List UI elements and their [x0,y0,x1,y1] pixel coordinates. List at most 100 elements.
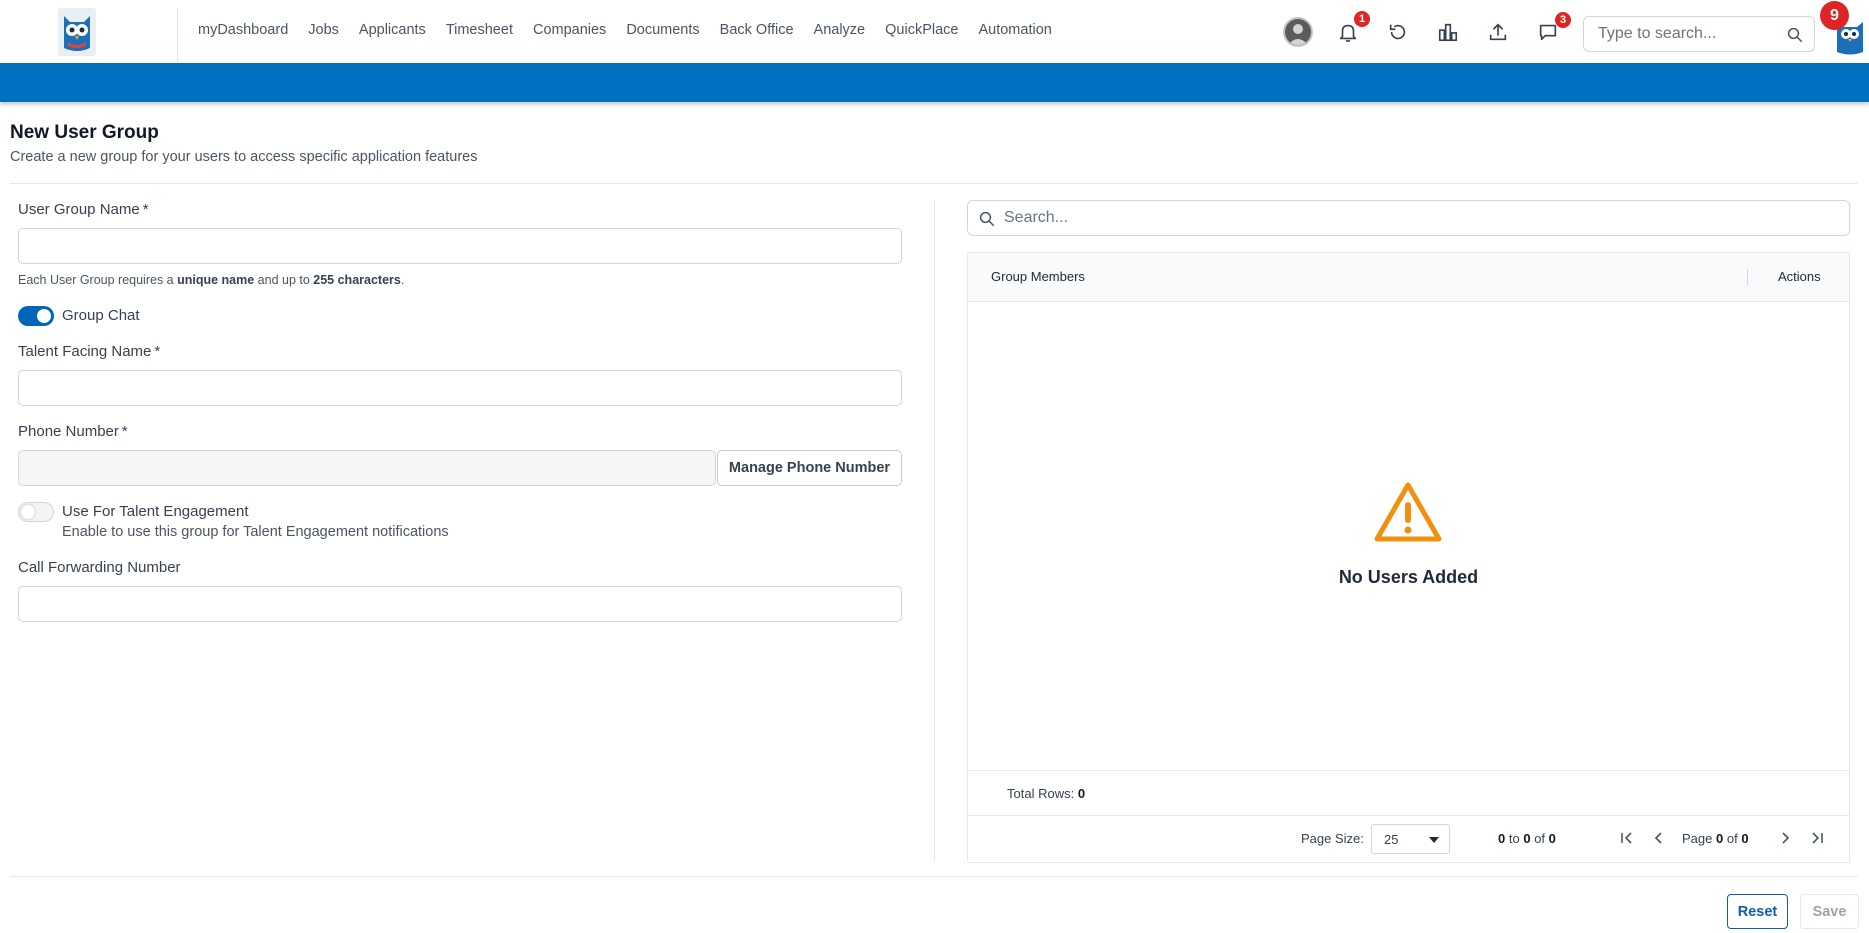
group-members-grid: Group Members Actions No Users Added Tot… [967,252,1850,863]
members-search[interactable] [967,200,1850,236]
group-chat-label: Group Chat [62,307,140,324]
talent-facing-name-input[interactable] [18,370,902,406]
reset-button[interactable]: Reset [1727,894,1788,929]
upload-icon [1489,23,1507,41]
manage-phone-number-button[interactable]: Manage Phone Number [717,450,902,486]
last-page-button[interactable] [1808,829,1826,847]
warning-icon [1374,482,1442,542]
call-forwarding-label: Call Forwarding Number [18,559,181,576]
required-mark: * [154,343,161,360]
total-rows-label: Total Rows: [1007,786,1075,801]
previous-page-button[interactable] [1650,829,1668,847]
chevron-left-icon [1654,832,1662,844]
save-button[interactable]: Save [1800,894,1859,929]
phone-number-label: Phone Number * [18,423,128,440]
search-icon [979,211,995,227]
upload-button[interactable] [1480,14,1516,50]
page-size-value: 25 [1384,832,1399,847]
range-to-word: to [1508,831,1520,846]
caret-down-icon [1429,837,1439,843]
range-from: 0 [1498,831,1506,846]
group-chat-toggle[interactable] [18,306,54,326]
avatar-icon [1283,17,1313,47]
next-page-button[interactable] [1776,829,1794,847]
total-rows-bar: Total Rows: 0 [968,770,1849,816]
nav-link-mydashboard[interactable]: myDashboard [198,22,288,38]
talent-facing-name-label: Talent Facing Name * [18,343,160,360]
user-group-name-label-text: User Group Name [18,201,140,218]
global-search-input[interactable] [1584,17,1774,51]
app-logo[interactable] [58,8,96,56]
column-header-group-members[interactable]: Group Members [991,269,1085,284]
page-info: Page 0 of 0 [1682,831,1749,846]
nav-link-analyze[interactable]: Analyze [814,22,866,38]
nav-link-back-office[interactable]: Back Office [720,22,794,38]
grid-header: Group Members Actions [968,253,1849,302]
talent-engagement-toggle[interactable] [18,502,54,522]
brand-banner [0,63,1869,102]
range-of-word: of [1534,831,1546,846]
row-range: 0 to 0 of 0 [1498,831,1556,846]
history-button[interactable] [1380,14,1416,50]
notifications-button[interactable]: 1 [1330,11,1370,50]
page-of-word: of [1726,831,1738,846]
page-size-select[interactable]: 25 [1371,824,1450,854]
talent-facing-name-label-text: Talent Facing Name [18,343,152,360]
phone-number-label-text: Phone Number [18,423,119,440]
header-divider [10,183,1858,184]
user-group-name-help: Each User Group requires a unique name a… [18,273,404,287]
app-notification-badge: 9 [1820,1,1849,30]
total-rows: Total Rows: 0 [1007,786,1085,801]
nav-link-documents[interactable]: Documents [626,22,699,38]
talent-engagement-label: Use For Talent Engagement [62,503,249,520]
help-text-char-limit: 255 characters [313,273,401,287]
column-header-actions: Actions [1778,269,1821,284]
range-total: 0 [1548,831,1556,846]
notifications-badge: 1 [1354,11,1370,27]
main-menu: myDashboard Jobs Applicants Timesheet Co… [198,22,1072,38]
help-text-prefix: Each User Group requires a [18,273,178,287]
range-to: 0 [1523,831,1531,846]
messages-badge: 3 [1555,12,1571,28]
members-search-input[interactable] [1004,201,1834,235]
global-search[interactable] [1583,16,1815,52]
user-group-name-label: User Group Name * [18,201,149,218]
nav-link-applicants[interactable]: Applicants [359,22,426,38]
help-text-unique-name: unique name [177,273,255,287]
page-current: 0 [1716,831,1724,846]
nav-link-timesheet[interactable]: Timesheet [446,22,513,38]
user-avatar[interactable] [1280,14,1316,50]
page-word: Page [1682,831,1713,846]
search-icon[interactable] [1786,26,1804,44]
analytics-button[interactable] [1430,14,1466,50]
call-forwarding-input[interactable] [18,586,902,622]
nav-link-companies[interactable]: Companies [533,22,606,38]
empty-state-message: No Users Added [1338,567,1479,587]
column-divider [934,200,935,862]
nav-link-automation[interactable]: Automation [978,22,1051,38]
nav-divider [177,8,178,62]
messages-button[interactable]: 3 [1530,12,1571,50]
nav-link-quickplace[interactable]: QuickPlace [885,22,958,38]
toggle-knob [21,505,35,519]
first-page-button[interactable] [1618,829,1636,847]
nav-link-jobs[interactable]: Jobs [308,22,339,38]
help-text-suffix: . [400,273,405,287]
page-subtitle: Create a new group for your users to acc… [10,149,478,165]
footer-divider [10,876,1858,877]
toggle-knob [37,309,51,323]
pagination-bar: Page Size: 25 0 to 0 of 0 Page 0 of 0 [968,816,1849,862]
last-page-icon [1812,832,1823,844]
user-group-name-input[interactable] [18,228,902,264]
column-separator [1747,269,1748,285]
page-title: New User Group [10,122,159,143]
bar-chart-icon [1438,23,1458,42]
phone-number-input [18,450,716,486]
required-mark: * [121,423,128,440]
top-navigation: myDashboard Jobs Applicants Timesheet Co… [0,0,1869,63]
total-rows-value: 0 [1077,786,1086,801]
refresh-history-icon [1389,24,1406,40]
chevron-right-icon [1782,832,1790,844]
page-total: 0 [1741,831,1749,846]
talent-engagement-description: Enable to use this group for Talent Enga… [62,524,449,540]
